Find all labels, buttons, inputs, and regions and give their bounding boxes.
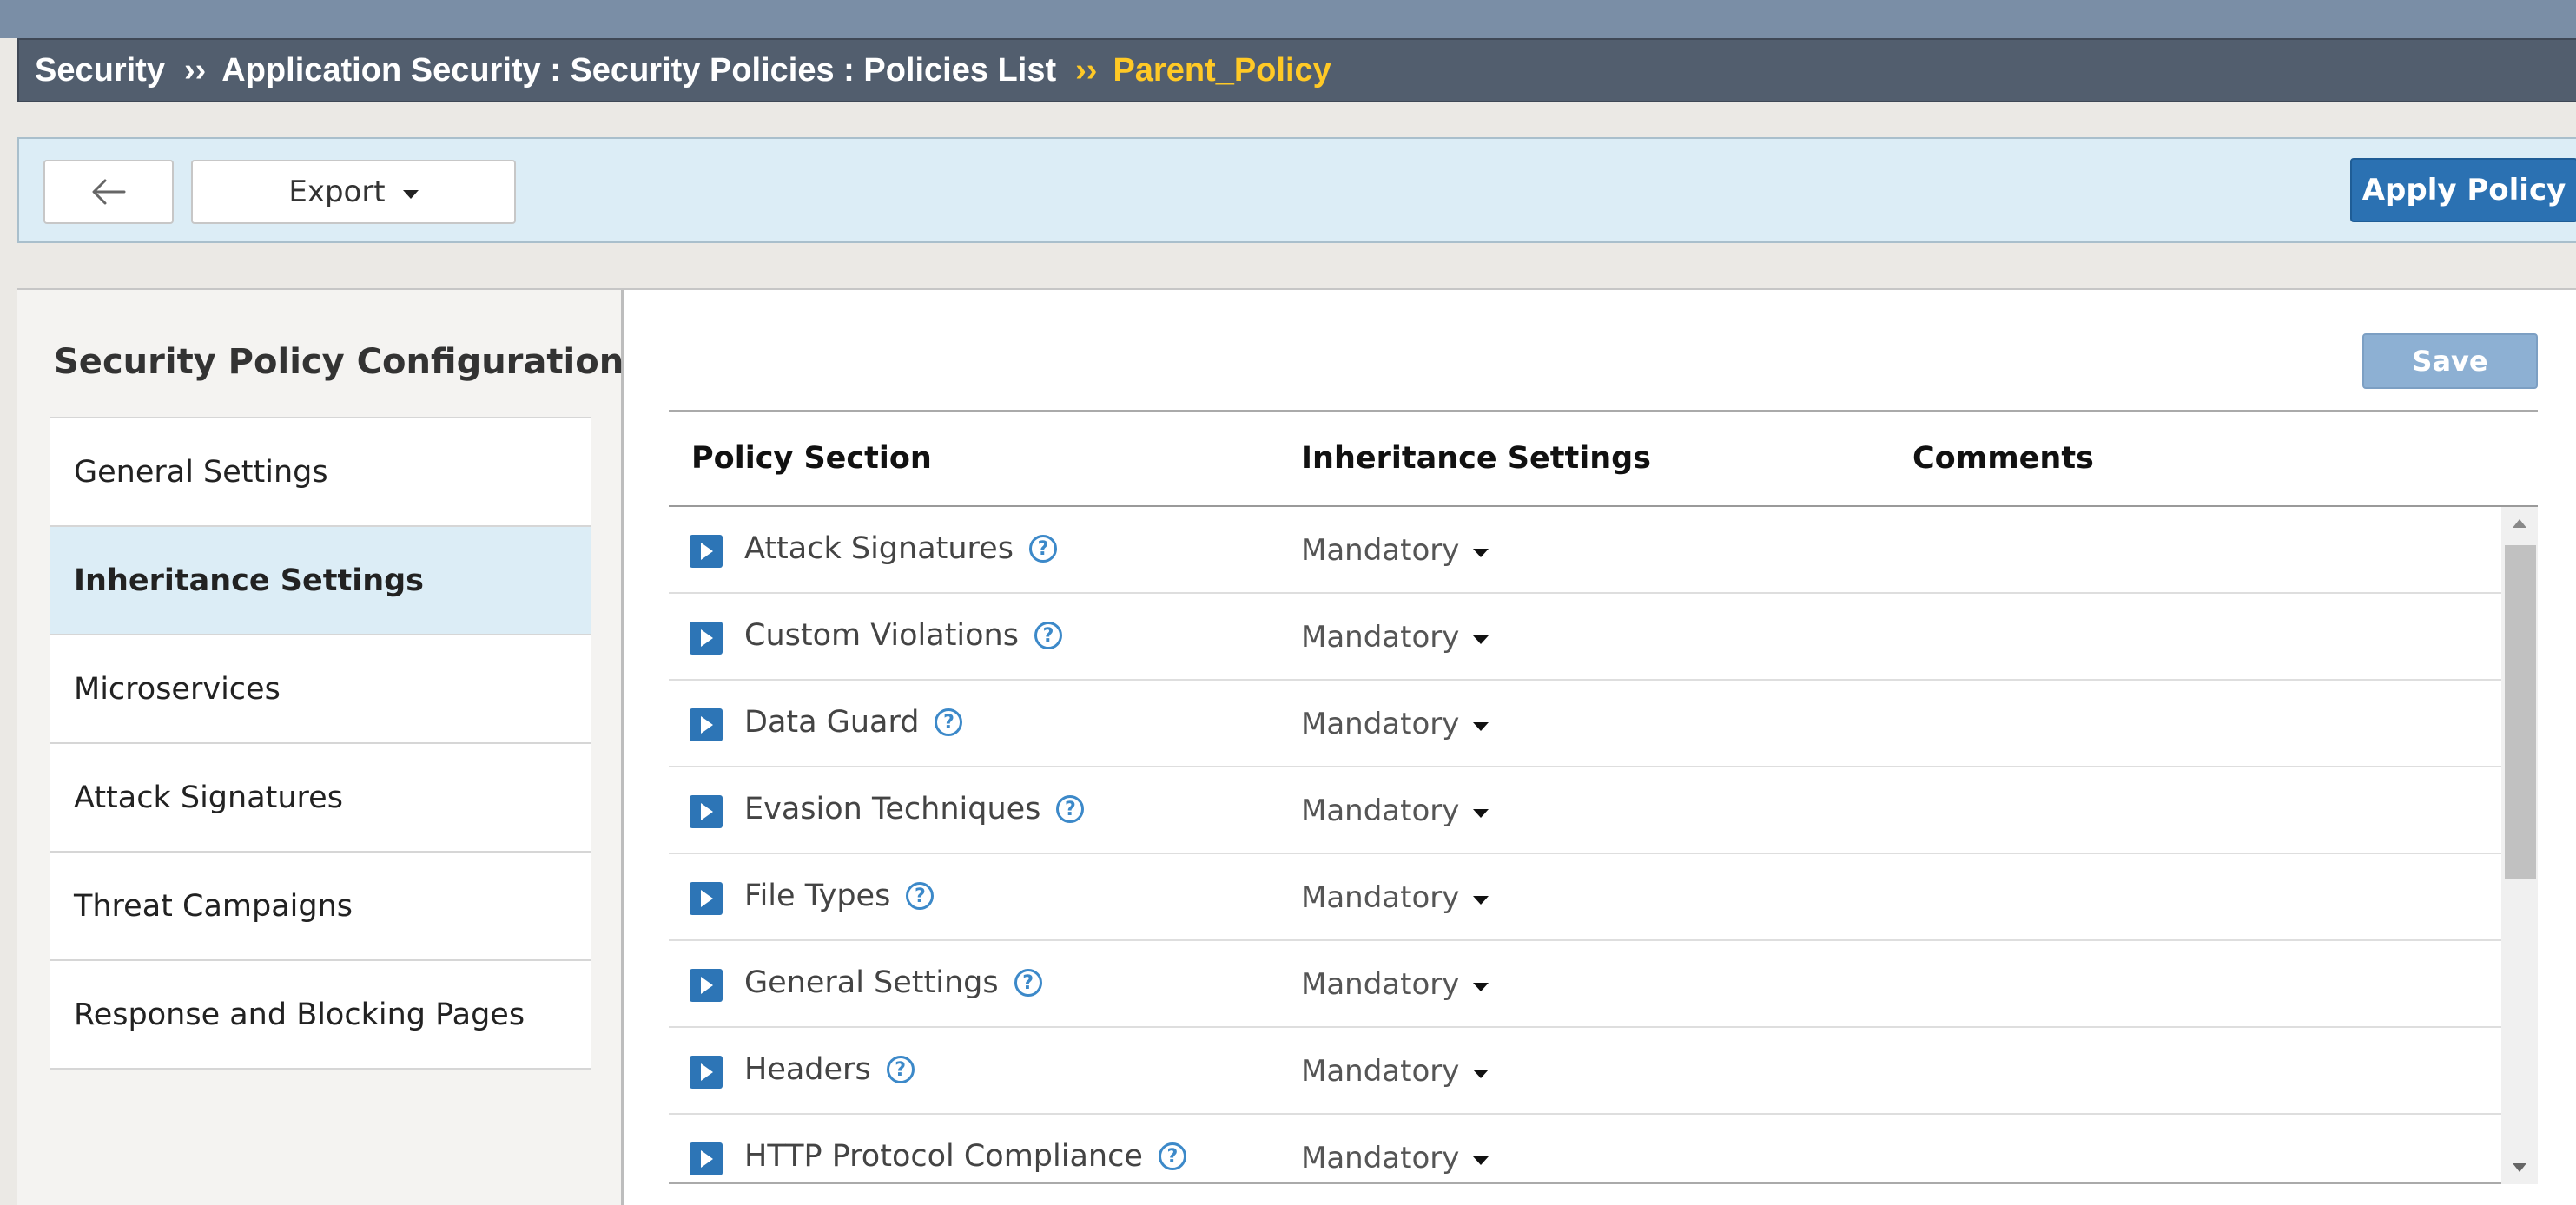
breadcrumb-separator: ›› [183, 51, 207, 89]
policy-section-name: Evasion Techniques [744, 792, 1041, 826]
expand-arrow-icon[interactable] [690, 795, 723, 828]
scroll-up-arrow-icon[interactable] [2513, 519, 2526, 528]
expand-arrow-icon[interactable] [690, 882, 723, 915]
help-icon[interactable]: ? [1014, 969, 1042, 997]
inheritance-dropdown[interactable]: Mandatory [1301, 1054, 1489, 1089]
breadcrumb-item-policies-list[interactable]: Application Security : Security Policies… [221, 52, 1056, 89]
caret-down-icon [1473, 896, 1489, 905]
expand-arrow-icon[interactable] [690, 535, 723, 568]
policy-section-name: Data Guard [744, 705, 920, 740]
help-icon[interactable]: ? [1034, 622, 1062, 649]
inheritance-value: Mandatory [1301, 620, 1460, 655]
caret-down-icon [402, 190, 419, 199]
inheritance-dropdown[interactable]: Mandatory [1301, 880, 1489, 915]
back-button[interactable] [43, 160, 174, 224]
expand-arrow-icon[interactable] [690, 622, 723, 655]
export-label: Export [288, 174, 386, 209]
policy-section-name: Attack Signatures [744, 531, 1014, 566]
table-row: HTTP Protocol Compliance? Mandatory [669, 1115, 2501, 1184]
inheritance-dropdown[interactable]: Mandatory [1301, 707, 1489, 741]
breadcrumb-current: Parent_Policy [1113, 51, 1331, 89]
sidebar-item-microservices[interactable]: Microservices [50, 635, 591, 744]
inheritance-table: Policy Section Inheritance Settings Comm… [669, 410, 2538, 1184]
caret-down-icon [1473, 1156, 1489, 1165]
sidebar-item-response-blocking-pages[interactable]: Response and Blocking Pages [50, 961, 591, 1070]
arrow-left-icon [92, 179, 126, 205]
save-button[interactable]: Save [2362, 333, 2538, 389]
caret-down-icon [1473, 809, 1489, 818]
table-scrollbar[interactable] [2501, 507, 2538, 1184]
sidebar-title: Security Policy Configuration [54, 342, 624, 382]
breadcrumb: Security ›› Application Security : Secur… [17, 38, 2576, 102]
caret-down-icon [1473, 549, 1489, 557]
breadcrumb-separator: ›› [1075, 51, 1098, 89]
scrollbar-thumb[interactable] [2505, 545, 2536, 879]
caret-down-icon [1473, 635, 1489, 644]
table-row: Attack Signatures? Mandatory [669, 507, 2501, 594]
table-row: Custom Violations? Mandatory [669, 594, 2501, 681]
scroll-down-arrow-icon[interactable] [2513, 1163, 2526, 1172]
inheritance-value: Mandatory [1301, 1054, 1460, 1089]
expand-arrow-icon[interactable] [690, 1142, 723, 1175]
sidebar-item-inheritance-settings[interactable]: Inheritance Settings [50, 527, 591, 635]
expand-arrow-icon[interactable] [690, 708, 723, 741]
policy-section-name: HTTP Protocol Compliance [744, 1139, 1143, 1174]
export-button[interactable]: Export [191, 160, 516, 224]
inheritance-value: Mandatory [1301, 880, 1460, 915]
help-icon[interactable]: ? [935, 708, 963, 736]
table-header: Policy Section Inheritance Settings Comm… [669, 412, 2538, 507]
help-icon[interactable]: ? [1056, 795, 1085, 823]
help-icon[interactable]: ? [1028, 535, 1057, 563]
caret-down-icon [1473, 983, 1489, 991]
table-row: General Settings? Mandatory [669, 941, 2501, 1028]
expand-arrow-icon[interactable] [690, 969, 723, 1002]
table-body: Attack Signatures? Mandatory Custom Viol… [669, 507, 2501, 1184]
help-icon[interactable]: ? [1158, 1142, 1186, 1170]
column-header-policy-section: Policy Section [691, 441, 932, 476]
policy-section-name: File Types [744, 879, 891, 913]
inheritance-dropdown[interactable]: Mandatory [1301, 620, 1489, 655]
sidebar-item-general-settings[interactable]: General Settings [50, 418, 591, 527]
expand-arrow-icon[interactable] [690, 1056, 723, 1089]
inheritance-value: Mandatory [1301, 707, 1460, 741]
inheritance-dropdown[interactable]: Mandatory [1301, 1141, 1489, 1175]
inheritance-value: Mandatory [1301, 793, 1460, 828]
inheritance-dropdown[interactable]: Mandatory [1301, 967, 1489, 1002]
policy-section-name: Headers [744, 1052, 871, 1087]
table-row: Data Guard? Mandatory [669, 681, 2501, 767]
policy-section-name: General Settings [744, 965, 999, 1000]
sidebar-item-threat-campaigns[interactable]: Threat Campaigns [50, 853, 591, 961]
caret-down-icon [1473, 1070, 1489, 1078]
inheritance-dropdown[interactable]: Mandatory [1301, 533, 1489, 568]
inheritance-value: Mandatory [1301, 1141, 1460, 1175]
help-icon[interactable]: ? [906, 882, 935, 910]
sidebar: Security Policy Configuration General Se… [17, 290, 624, 1205]
sidebar-list: General Settings Inheritance Settings Mi… [50, 417, 591, 1070]
table-row: Headers? Mandatory [669, 1028, 2501, 1115]
top-strip [0, 0, 2576, 38]
apply-policy-button[interactable]: Apply Policy [2350, 158, 2576, 222]
table-row: Evasion Techniques? Mandatory [669, 767, 2501, 854]
column-header-comments: Comments [1912, 441, 2094, 476]
breadcrumb-item-security[interactable]: Security [35, 52, 165, 89]
sidebar-item-attack-signatures[interactable]: Attack Signatures [50, 744, 591, 853]
help-icon[interactable]: ? [886, 1056, 915, 1083]
inheritance-value: Mandatory [1301, 967, 1460, 1002]
table-row: File Types? Mandatory [669, 854, 2501, 941]
inheritance-value: Mandatory [1301, 533, 1460, 568]
toolbar: Export Apply Policy [17, 137, 2576, 243]
inheritance-dropdown[interactable]: Mandatory [1301, 793, 1489, 828]
policy-section-name: Custom Violations [744, 618, 1019, 653]
column-header-inheritance-settings: Inheritance Settings [1301, 441, 1651, 476]
caret-down-icon [1473, 722, 1489, 731]
